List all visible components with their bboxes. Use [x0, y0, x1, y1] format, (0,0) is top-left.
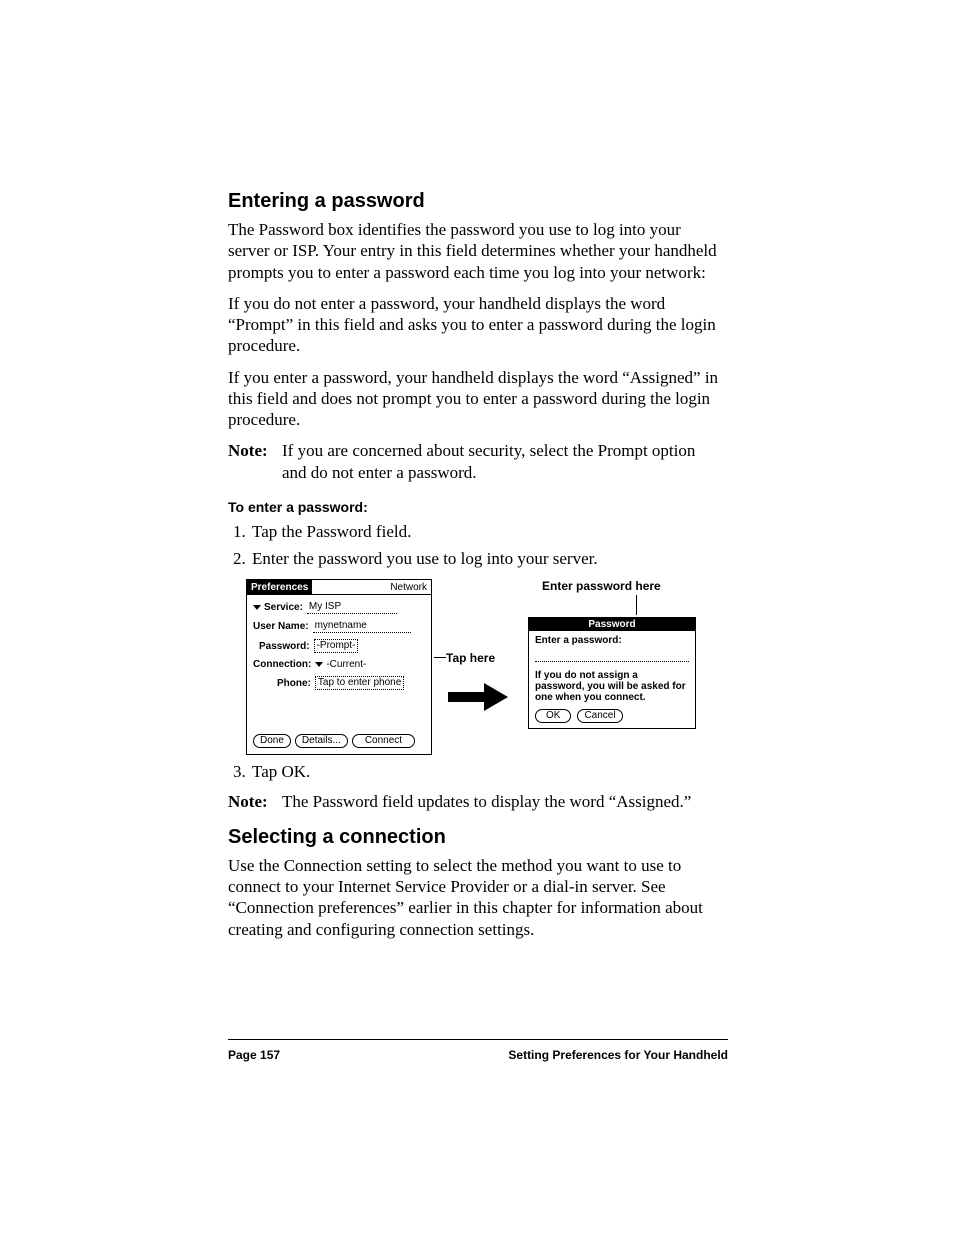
label-service: Service:: [264, 602, 303, 613]
footer-chapter-title: Setting Preferences for Your Handheld: [508, 1048, 728, 1062]
arrow-right-icon: [448, 683, 508, 711]
cancel-button[interactable]: Cancel: [577, 709, 622, 723]
row-password: Password: -Prompt-: [259, 639, 425, 653]
dialog-hint: If you do not assign a password, you wil…: [535, 670, 689, 703]
row-phone: Phone: Tap to enter phone: [277, 676, 425, 690]
page-footer: Page 157 Setting Preferences for Your Ha…: [228, 1048, 728, 1062]
password-input[interactable]: [535, 650, 689, 662]
palm-app-title: Preferences: [247, 580, 312, 594]
dropdown-caret-icon: [253, 605, 261, 610]
figure-password-screens: Preferences Network Service: My ISP User…: [246, 579, 724, 755]
note-security: Note: If you are concerned about securit…: [228, 440, 724, 483]
palm-panel-name: Network: [390, 582, 431, 593]
section-heading-selecting-connection: Selecting a connection: [228, 826, 724, 849]
dialog-title: Password: [529, 618, 695, 631]
callout-column: Tap here: [440, 579, 520, 714]
label-connection: Connection:: [253, 659, 311, 670]
callout-connector-line: [434, 657, 446, 658]
callout-pointer-line: [636, 595, 637, 615]
value-phone[interactable]: Tap to enter phone: [315, 676, 404, 690]
subheading-to-enter-password: To enter a password:: [228, 499, 724, 515]
palm-preferences-screen: Preferences Network Service: My ISP User…: [246, 579, 432, 755]
footer-rule: [228, 1039, 728, 1040]
value-connection[interactable]: -Current-: [326, 659, 366, 670]
bullet-with-password: If you enter a password, your handheld d…: [228, 367, 724, 431]
bullet-no-password: If you do not enter a password, your han…: [228, 293, 724, 357]
palm-button-row: Done Details... Connect: [253, 734, 425, 748]
intro-paragraph: The Password box identifies the password…: [228, 219, 724, 283]
label-phone: Phone:: [277, 678, 311, 689]
note-text: If you are concerned about security, sel…: [282, 440, 724, 483]
row-service: Service: My ISP: [253, 601, 425, 614]
steps-list-continued: Tap OK.: [228, 761, 724, 782]
value-username[interactable]: mynetname: [313, 620, 411, 633]
done-button[interactable]: Done: [253, 734, 291, 748]
page-number: Page 157: [228, 1048, 280, 1062]
dropdown-caret-icon: [315, 662, 323, 667]
password-dialog-column: Enter password here Password Enter a pas…: [528, 579, 708, 729]
value-service[interactable]: My ISP: [307, 601, 397, 614]
note-label: Note:: [228, 791, 282, 812]
row-connection: Connection: -Current-: [253, 659, 425, 670]
steps-list: Tap the Password field. Enter the passwo…: [228, 521, 724, 570]
password-dialog: Password Enter a password: If you do not…: [528, 617, 696, 729]
note-label: Note:: [228, 440, 282, 483]
label-username: User Name:: [253, 621, 309, 632]
section-heading-entering-password: Entering a password: [228, 190, 724, 213]
note-assigned: Note: The Password field updates to disp…: [228, 791, 724, 812]
row-username: User Name: mynetname: [253, 620, 425, 633]
ok-button[interactable]: OK: [535, 709, 571, 723]
callout-enter-password: Enter password here: [542, 579, 708, 593]
section2-paragraph: Use the Connection setting to select the…: [228, 855, 724, 940]
label-password: Password:: [259, 641, 310, 652]
value-password[interactable]: -Prompt-: [314, 639, 359, 653]
connect-button[interactable]: Connect: [352, 734, 415, 748]
callout-tap-here: Tap here: [446, 651, 520, 665]
step-2: Enter the password you use to log into y…: [250, 548, 724, 569]
details-button[interactable]: Details...: [295, 734, 348, 748]
step-1: Tap the Password field.: [250, 521, 724, 542]
document-page: Entering a password The Password box ide…: [0, 0, 954, 1235]
dialog-prompt: Enter a password:: [535, 635, 689, 646]
note-text: The Password field updates to display th…: [282, 791, 724, 812]
palm-titlebar: Preferences Network: [246, 579, 432, 595]
step-3: Tap OK.: [250, 761, 724, 782]
